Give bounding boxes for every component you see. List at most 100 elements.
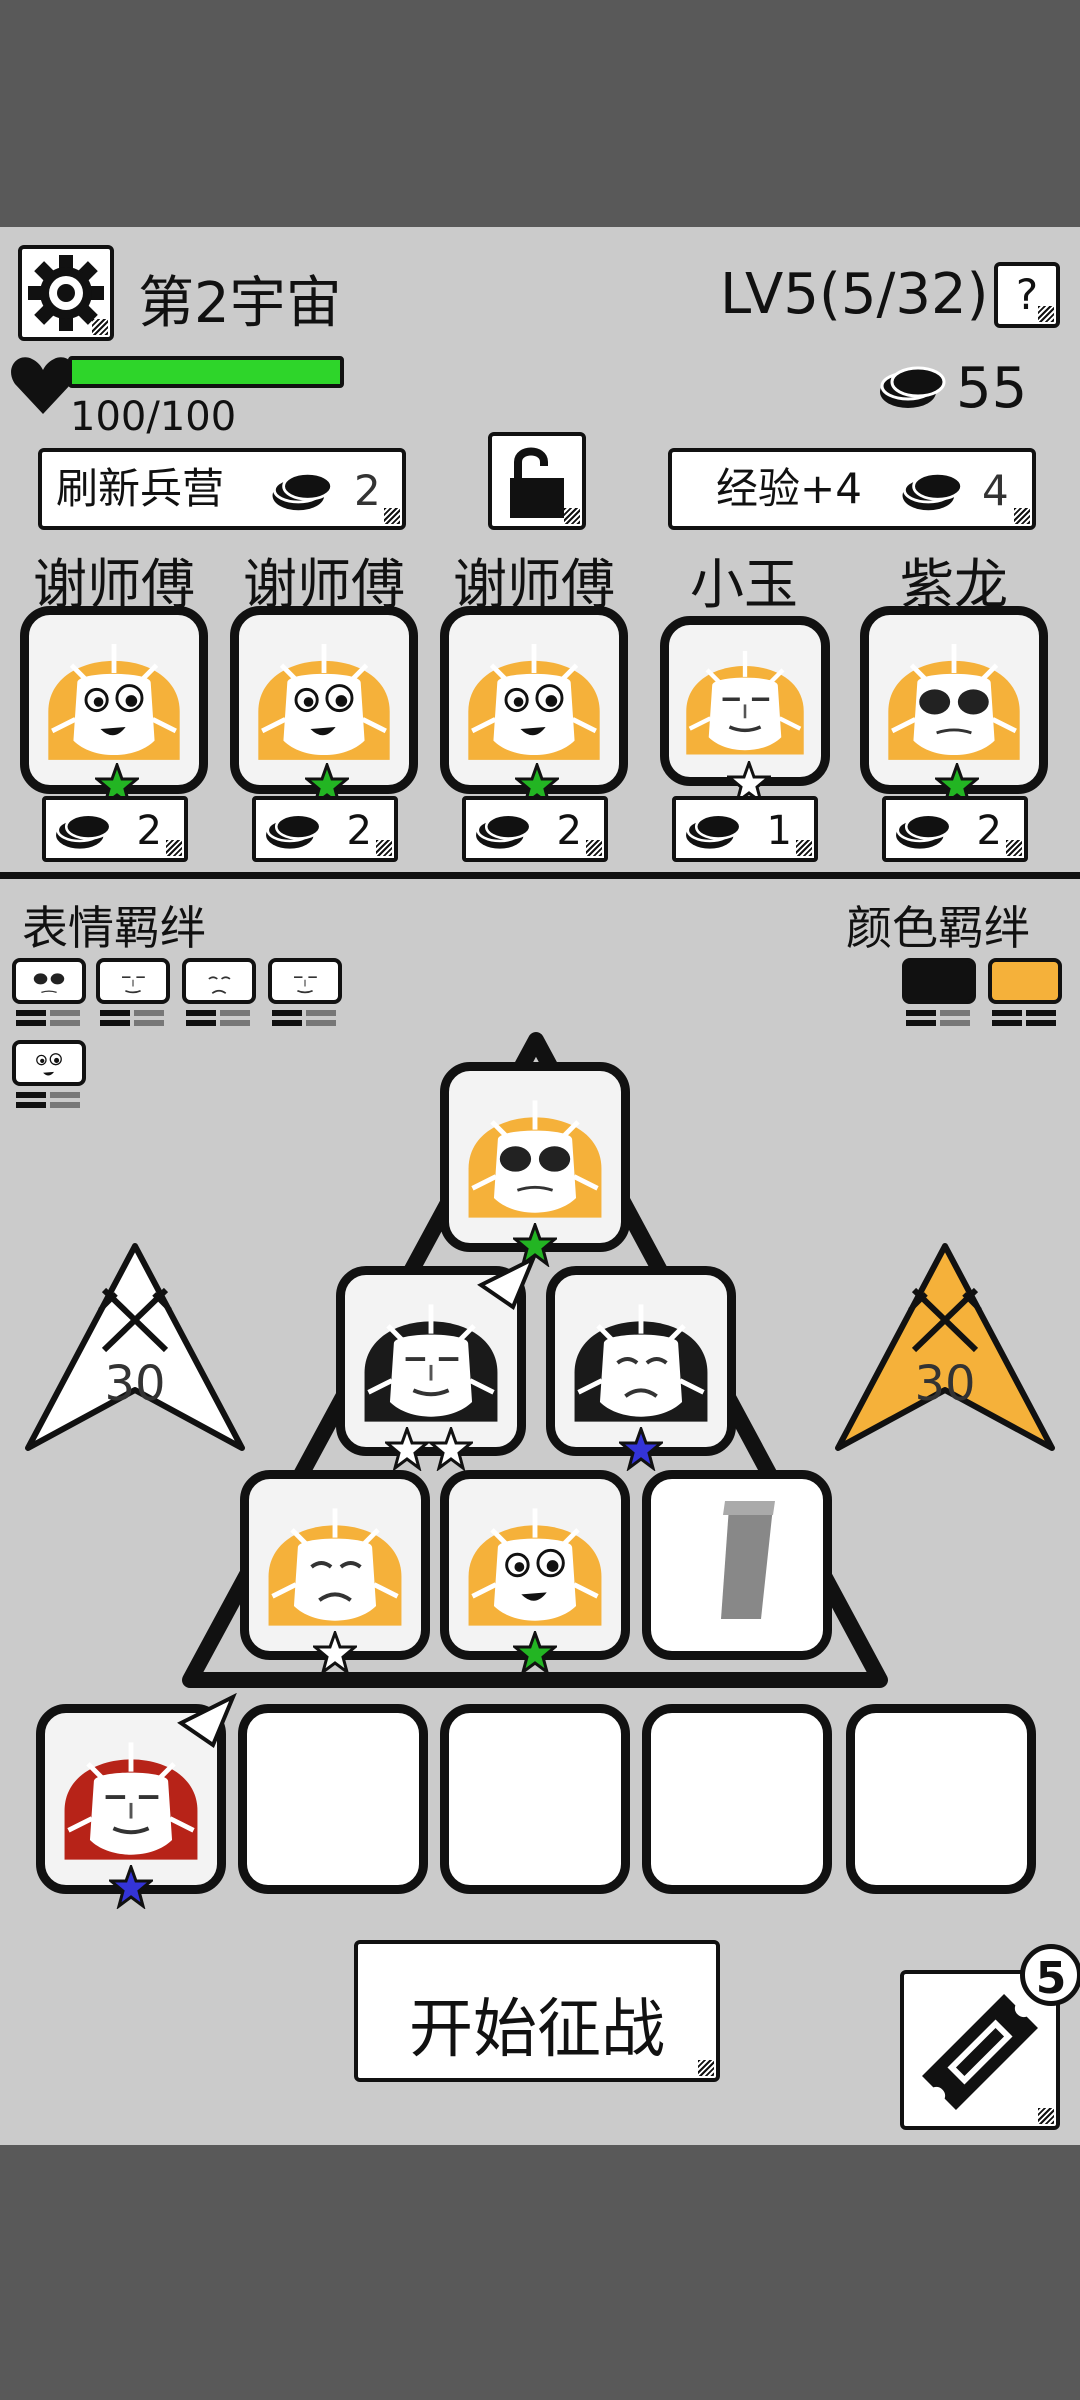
color-bond-chip[interactable] [988,958,1062,1004]
board-unit-card[interactable] [36,1693,237,1909]
corner-pennant-icon [177,1693,237,1749]
shop-unit-cost: 2 [556,808,582,854]
button-corner [698,2060,714,2076]
item-bar-icon [721,1501,775,1619]
ticket-count: 5 [1035,1953,1067,2004]
expression-bond-icon[interactable] [96,953,170,1005]
star-rank-icon [429,1427,473,1471]
face-icon [276,953,334,1005]
ticket-count-badge: 5 [1020,1944,1080,2006]
shop-unit-card[interactable] [660,616,830,805]
bond-progress-bar [186,1010,216,1016]
button-corner [166,840,182,856]
crossed-swords-flag-icon [25,1243,245,1451]
expression-bonds-label: 表情羁绊 [22,901,206,955]
universe-title: 第2宇宙 [138,271,342,336]
board-unit-card[interactable] [440,1062,630,1267]
bond-progress-bar [306,1020,336,1026]
bond-progress-bar [16,1010,46,1016]
coin-count: 55 [956,356,1028,421]
board-unit-card[interactable] [546,1266,736,1471]
star-rank-icon [109,1865,153,1909]
buy-exp-button[interactable]: 经验+4 4 [668,448,1036,530]
bond-progress-bar [50,1010,80,1016]
button-corner [564,508,580,524]
lock-shop-button[interactable] [488,432,586,530]
start-battle-label: 开始征战 [409,1993,665,2067]
bond-progress-bar [50,1020,80,1026]
shop-unit-cost: 1 [766,808,792,854]
button-corner [796,840,812,856]
unit-portrait [268,1508,402,1626]
exp-label: 经验+4 [716,464,862,513]
bond-progress-bar [306,1010,336,1016]
board-unit-card[interactable] [240,1470,430,1675]
unit-portrait [574,1304,708,1422]
bond-progress-bar [100,1020,130,1026]
empty-bench-slot[interactable] [440,1704,630,1894]
hp-bar-fill [72,360,340,384]
coin-icon [266,813,322,849]
shop-unit-card[interactable] [230,606,418,807]
formation-flag-right: 30 [830,1240,1060,1460]
refresh-label: 刷新兵营 [56,464,225,513]
board-unit-card[interactable] [336,1255,537,1471]
face-icon [20,953,78,1005]
star-rank-icon [513,1631,557,1675]
unit-portrait [888,643,1020,760]
shop-unit-cost: 2 [346,808,372,854]
face-icon [190,953,248,1005]
coin-icon [56,813,112,849]
shop-unit-card[interactable] [440,606,628,807]
help-button[interactable]: ? [994,262,1060,328]
expression-bond-icon[interactable] [12,953,86,1005]
button-corner [1014,508,1030,524]
coin-icon [880,366,946,408]
flag-value: 30 [914,1356,976,1412]
bond-progress-bar [1026,1010,1056,1016]
bond-progress-bar [134,1010,164,1016]
coin-icon [896,813,952,849]
hp-bar [68,356,344,388]
flag-value: 30 [104,1356,166,1412]
refresh-cost: 2 [354,466,381,515]
refresh-barracks-button[interactable]: 刷新兵营 2 [38,448,406,530]
empty-bench-slot[interactable] [642,1704,832,1894]
shop-unit-card[interactable] [20,606,208,807]
settings-button[interactable] [18,245,114,341]
item-slot[interactable] [642,1470,832,1660]
empty-bench-slot[interactable] [238,1704,428,1894]
shop-unit-card[interactable] [860,606,1048,807]
button-corner [1038,2108,1054,2124]
star-rank-icon [619,1427,663,1471]
bond-progress-bar [186,1020,216,1026]
expression-bond-icon[interactable] [182,953,256,1005]
shop-unit-price: 2 [882,796,1028,862]
unit-portrait [468,1508,602,1626]
bond-progress-bar [906,1010,936,1016]
section-divider [0,872,1080,879]
bond-progress-bar [1026,1020,1056,1026]
face-icon [104,953,162,1005]
button-corner [384,508,400,524]
button-corner [1038,306,1054,322]
exp-cost: 4 [982,466,1009,515]
bond-progress-bar [272,1020,302,1026]
shop-unit-name: 小玉 [690,553,798,616]
coin-icon [902,472,963,511]
bond-progress-bar [272,1010,302,1016]
hp-text: 100/100 [70,394,237,440]
unit-portrait [686,650,804,755]
empty-bench-slot[interactable] [846,1704,1036,1894]
expression-bond-icon[interactable] [268,953,342,1005]
color-bond-chip[interactable] [902,958,976,1004]
start-battle-button[interactable]: 开始征战 [354,1940,720,2082]
coin-icon [272,472,333,511]
bond-progress-bar [16,1020,46,1026]
shop-unit-price: 2 [42,796,188,862]
color-bonds-label: 颜色羁绊 [846,901,1030,955]
coin-icon [686,813,742,849]
bond-progress-bar [906,1020,936,1026]
board-unit-card[interactable] [440,1470,630,1675]
shop-unit-cost: 2 [136,808,162,854]
